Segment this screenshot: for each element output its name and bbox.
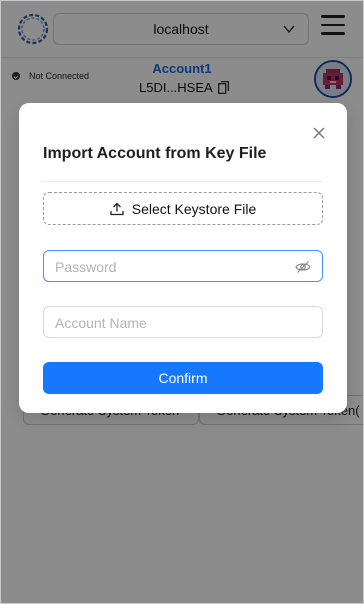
app-window: localhost Not Connected Account1 L5DI...… xyxy=(0,0,364,604)
select-keystore-file-button[interactable]: Select Keystore File xyxy=(43,192,323,225)
modal-divider xyxy=(43,181,323,182)
confirm-button[interactable]: Confirm xyxy=(43,362,323,394)
import-account-modal: Import Account from Key File Select Keys… xyxy=(19,103,347,413)
eye-invisible-icon[interactable] xyxy=(295,259,311,275)
select-keystore-file-label: Select Keystore File xyxy=(131,200,257,217)
account-name-input[interactable] xyxy=(55,313,295,333)
password-field[interactable] xyxy=(43,250,323,282)
account-name-field[interactable] xyxy=(43,306,323,338)
upload-icon xyxy=(110,202,124,215)
modal-title: Import Account from Key File xyxy=(43,145,267,162)
close-icon[interactable] xyxy=(311,125,327,141)
modal-mask-top xyxy=(1,1,363,103)
password-input[interactable] xyxy=(55,257,295,277)
